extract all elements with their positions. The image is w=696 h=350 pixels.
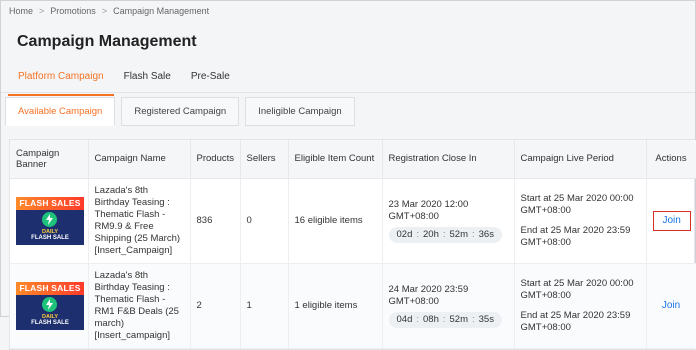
countdown-days: 04d xyxy=(396,313,413,325)
lightning-icon xyxy=(42,296,57,312)
header-campaign-banner: Campaign Banner xyxy=(10,140,89,179)
table-row: FLASH SALES DAILY FLASH SALE Lazada's 8t… xyxy=(10,263,696,349)
page-frame: Home > Promotions > Campaign Management … xyxy=(0,0,696,350)
banner-title: FLASH SALES xyxy=(16,196,84,210)
sellers-count: 0 xyxy=(240,178,289,264)
countdown-hours: 20h xyxy=(423,228,439,240)
campaign-banner-image: FLASH SALES DAILY FLASH SALE xyxy=(16,281,84,330)
live-period-cell: Start at 25 Mar 2020 00:00 GMT+08:00 End… xyxy=(514,178,647,264)
lightning-icon xyxy=(42,211,57,227)
header-actions: Actions xyxy=(646,140,696,179)
header-campaign-live-period: Campaign Live Period xyxy=(514,140,647,179)
campaign-name: Lazada's 8th Birthday Teasing : Thematic… xyxy=(88,263,191,349)
live-end: End at 25 Mar 2020 23:59 GMT+08:00 xyxy=(520,309,631,333)
table-row: FLASH SALES DAILY FLASH SALE Lazada's 8t… xyxy=(10,178,696,264)
close-date: 24 Mar 2020 23:59 GMT+08:00 xyxy=(388,283,469,307)
products-count: 836 xyxy=(190,178,241,264)
countdown-hours: 08h xyxy=(423,313,439,325)
countdown-seconds: 35s xyxy=(478,313,494,325)
close-date: 23 Mar 2020 12:00 GMT+08:00 xyxy=(388,198,469,222)
header-products: Products xyxy=(190,140,241,179)
page-title: Campaign Management xyxy=(17,33,197,50)
campaign-status-tabs: Available Campaign Registered Campaign I… xyxy=(5,97,355,126)
banner-subtitle-2: FLASH SALE xyxy=(31,234,69,241)
sellers-count: 1 xyxy=(240,263,289,349)
campaign-name: Lazada's 8th Birthday Teasing : Thematic… xyxy=(88,178,191,264)
actions-cell: Join xyxy=(646,178,696,264)
campaign-banner-image: FLASH SALES DAILY FLASH SALE xyxy=(16,196,84,245)
banner-cell: FLASH SALES DAILY FLASH SALE xyxy=(10,178,89,264)
header-registration-close-in: Registration Close In xyxy=(382,140,515,179)
tabs-divider xyxy=(1,92,695,93)
countdown-minutes: 52m xyxy=(449,228,468,240)
tab-available-campaign[interactable]: Available Campaign xyxy=(5,97,116,126)
join-button[interactable]: Join xyxy=(662,300,680,312)
tab-ineligible-campaign[interactable]: Ineligible Campaign xyxy=(245,97,355,126)
campaign-table: Campaign Banner Campaign Name Products S… xyxy=(9,139,696,350)
campaign-type-tabs: Platform Campaign Flash Sale Pre-Sale xyxy=(8,69,240,96)
countdown-days: 02d xyxy=(396,228,413,240)
join-button[interactable]: Join xyxy=(652,210,691,231)
breadcrumb: Home > Promotions > Campaign Management xyxy=(9,6,209,16)
countdown-timer: 04d:08h:52m:35s xyxy=(388,311,502,328)
live-start: Start at 25 Mar 2020 00:00 GMT+08:00 xyxy=(520,192,634,216)
table-header-row: Campaign Banner Campaign Name Products S… xyxy=(10,140,696,179)
registration-close-cell: 23 Mar 2020 12:00 GMT+08:00 02d:20h:52m:… xyxy=(382,178,515,264)
products-count: 2 xyxy=(190,263,241,349)
breadcrumb-promotions[interactable]: Promotions xyxy=(50,6,96,16)
tab-platform-campaign[interactable]: Platform Campaign xyxy=(8,69,114,96)
header-eligible-item-count: Eligible Item Count xyxy=(288,140,383,179)
chevron-right-icon: > xyxy=(101,6,108,16)
banner-subtitle-2: FLASH SALE xyxy=(31,319,69,326)
eligible-item-count: 1 eligible items xyxy=(288,263,383,349)
live-start: Start at 25 Mar 2020 00:00 GMT+08:00 xyxy=(520,277,634,301)
breadcrumb-current: Campaign Management xyxy=(113,6,210,16)
eligible-item-count: 16 eligible items xyxy=(288,178,383,264)
countdown-timer: 02d:20h:52m:36s xyxy=(388,226,502,243)
tab-registered-campaign[interactable]: Registered Campaign xyxy=(121,97,240,126)
header-sellers: Sellers xyxy=(240,140,289,179)
chevron-right-icon: > xyxy=(39,6,45,16)
tab-pre-sale[interactable]: Pre-Sale xyxy=(181,69,240,91)
live-end: End at 25 Mar 2020 23:59 GMT+08:00 xyxy=(520,224,631,248)
countdown-seconds: 36s xyxy=(478,228,494,240)
actions-cell: Join xyxy=(646,263,696,349)
tab-flash-sale[interactable]: Flash Sale xyxy=(114,69,181,91)
banner-title: FLASH SALES xyxy=(16,281,84,295)
registration-close-cell: 24 Mar 2020 23:59 GMT+08:00 04d:08h:52m:… xyxy=(382,263,515,349)
breadcrumb-home[interactable]: Home xyxy=(9,6,33,16)
banner-cell: FLASH SALES DAILY FLASH SALE xyxy=(10,263,89,349)
live-period-cell: Start at 25 Mar 2020 00:00 GMT+08:00 End… xyxy=(514,263,647,349)
countdown-minutes: 52m xyxy=(449,313,468,325)
header-campaign-name: Campaign Name xyxy=(88,140,191,179)
